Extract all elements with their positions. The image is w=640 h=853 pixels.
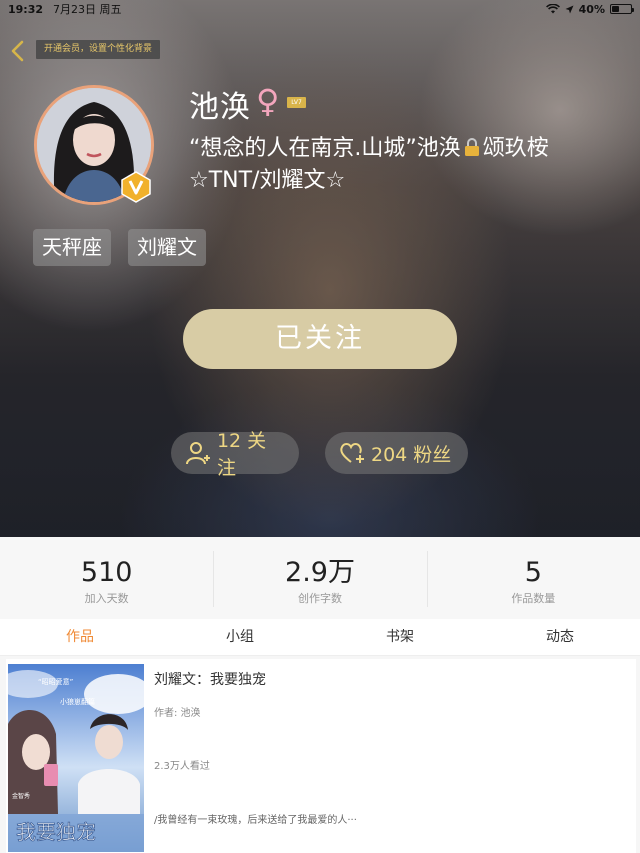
book-cover[interactable]: 我要独宠 “昭昭爱意” 小狼崽翻篇 金智秀 [8, 664, 144, 852]
status-date: 7月23日 周五 [53, 3, 122, 16]
battery-icon [610, 4, 634, 14]
vip-background-tip[interactable]: 开通会员，设置个性化背景 [36, 40, 161, 59]
stat-value: 5 [524, 557, 542, 588]
book-author: 作者: 池涣 [154, 708, 201, 719]
book-description: /我曾经有一束玫瑰，后来送给了我最爱的人··· [154, 815, 357, 826]
lock-icon [464, 136, 480, 166]
bio-text-1: “想念的人在南京.山城”池涣 [189, 136, 461, 161]
cover-subtitle: “昭昭爱意” [38, 677, 73, 686]
status-time: 19:32 [8, 2, 44, 16]
stat-label: 作品数量 [511, 592, 556, 605]
stat-value: 510 [80, 557, 133, 588]
female-gender-icon: ♀ [256, 82, 280, 120]
tab-works[interactable]: 作品 [0, 619, 160, 655]
book-list-item[interactable]: 我要独宠 “昭昭爱意” 小狼崽翻篇 金智秀 刘耀文：我要独宠 作者: 池涣 2.… [6, 659, 636, 853]
book-cover-art: 我要独宠 “昭昭爱意” 小狼崽翻篇 金智秀 [8, 664, 144, 852]
tab-groups[interactable]: 小组 [160, 619, 320, 655]
fans-button[interactable]: 204 粉丝 [325, 432, 468, 474]
tag-zodiac[interactable]: 天秤座 [33, 229, 111, 266]
wifi-icon [545, 4, 560, 14]
avatar[interactable] [34, 85, 154, 205]
stat-days: 510 加入天数 [0, 537, 213, 619]
user-bio: “想念的人在南京.山城”池涣 颂玖桉 ☆TNT/刘耀文☆ [189, 134, 619, 196]
profile-header-background [0, 0, 640, 537]
profile-tabs: 作品 小组 书架 动态 [0, 619, 640, 656]
bio-text-2: 颂玖桉 [482, 136, 549, 161]
cover-author: 金智秀 [12, 792, 30, 800]
back-button[interactable] [8, 40, 28, 62]
stat-words: 2.9万 创作字数 [213, 537, 426, 619]
level-badge: LV7 [287, 97, 306, 108]
cover-title-text: 我要独宠 [16, 820, 96, 844]
book-title[interactable]: 刘耀文：我要独宠 [154, 669, 266, 689]
tab-bookshelf[interactable]: 书架 [320, 619, 480, 655]
followed-button[interactable]: 已关注 [183, 309, 457, 369]
follows-button[interactable]: 12 关注 [171, 430, 299, 479]
add-person-icon [185, 442, 210, 465]
cover-subtitle-2: 小狼崽翻篇 [60, 697, 95, 706]
stat-label: 创作字数 [297, 592, 342, 605]
battery-percent: 40% [578, 2, 605, 16]
vip-badge-icon [120, 171, 152, 203]
tag-idol[interactable]: 刘耀文 [128, 229, 206, 266]
book-views: 2.3万人看过 [154, 761, 210, 772]
chevron-left-icon [11, 40, 24, 62]
user-tags: 天秤座 刘耀文 [33, 229, 206, 266]
heart-plus-icon [340, 443, 364, 463]
bio-text-3: ☆TNT/刘耀文☆ [189, 168, 346, 193]
stat-value: 2.9万 [285, 557, 355, 588]
location-icon [565, 5, 574, 14]
stat-label: 加入天数 [84, 592, 129, 605]
follows-label: 12 关注 [216, 430, 267, 479]
stat-works: 5 作品数量 [426, 537, 640, 619]
status-bar: 19:32 7月23日 周五 40% [0, 0, 640, 18]
stats-bar: 510 加入天数 2.9万 创作字数 5 作品数量 [0, 537, 640, 619]
username: 池涣 [189, 90, 251, 125]
fans-label: 204 粉丝 [371, 443, 452, 466]
tab-activity[interactable]: 动态 [480, 619, 640, 655]
